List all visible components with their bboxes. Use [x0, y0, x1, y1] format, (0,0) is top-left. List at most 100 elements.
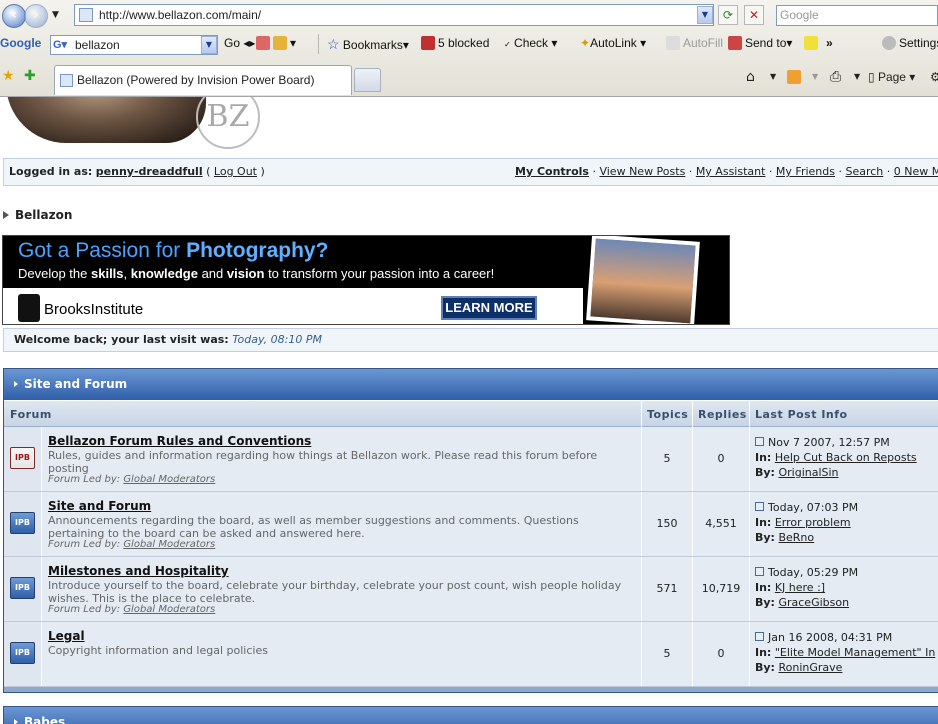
- topics-count: 150: [656, 517, 678, 530]
- more-chevron-icon[interactable]: »: [826, 36, 833, 50]
- column-headers: Forum Topics Replies Last Post Info: [4, 400, 938, 427]
- replies-count: 10,719: [701, 582, 741, 595]
- settings-gear-icon: [882, 36, 896, 50]
- forum-led-by: Forum Led by: Global Moderators: [48, 539, 216, 550]
- my-controls-link[interactable]: My Controls: [515, 165, 589, 178]
- check-label: Check: [514, 36, 549, 50]
- spellcheck-button[interactable]: ✓ Check ▾: [504, 36, 557, 50]
- last-post-icon[interactable]: [755, 632, 764, 641]
- highlighter-button[interactable]: [804, 36, 821, 50]
- forum-row: IPB Legal Copyright information and legal …: [4, 622, 938, 687]
- active-tab[interactable]: Bellazon (Powered by Invision Power Boar…: [54, 65, 352, 95]
- forward-button[interactable]: ›: [24, 4, 48, 28]
- last-post-author-link[interactable]: OriginalSin: [778, 466, 838, 479]
- banner-ad[interactable]: Got a Passion for Photography? Develop t…: [2, 235, 730, 325]
- moderators-link[interactable]: Global Moderators: [123, 539, 215, 550]
- last-post-topic-link[interactable]: Help Cut Back on Reposts: [775, 451, 917, 464]
- view-new-posts-link[interactable]: View New Posts: [599, 165, 685, 178]
- header-photo: [6, 97, 206, 143]
- toolbar-tools-icons[interactable]: ▾: [256, 36, 296, 50]
- last-post-topic-link[interactable]: "Elite Model Management" In: [775, 646, 935, 659]
- forum-name-link[interactable]: Milestones and Hospitality: [48, 564, 229, 578]
- favorites-star-icon[interactable]: ★: [2, 68, 15, 84]
- username-link[interactable]: penny-dreaddfull: [96, 165, 203, 178]
- replies-count: 0: [717, 647, 725, 660]
- last-post-author-link[interactable]: RoninGrave: [778, 661, 842, 674]
- learn-more-button[interactable]: LEARN MORE: [441, 296, 537, 320]
- forum-description: Announcements regarding the board, as we…: [48, 514, 579, 540]
- url-text: http://www.bellazon.com/main/: [99, 8, 262, 22]
- collapse-arrow-icon[interactable]: [14, 719, 18, 724]
- topics-count: 571: [656, 582, 678, 595]
- address-dropdown-icon[interactable]: ▼: [697, 6, 713, 24]
- forum-name-link[interactable]: Site and Forum: [48, 499, 151, 513]
- forum-row: IPB Bellazon Forum Rules and Conventions R…: [4, 427, 938, 492]
- sendto-button[interactable]: Send to▾: [728, 36, 792, 50]
- autolink-label: AutoLink: [590, 36, 637, 50]
- home-dropdown-icon[interactable]: ▼: [770, 72, 776, 81]
- back-button[interactable]: ‹: [2, 4, 26, 28]
- moderators-link[interactable]: Global Moderators: [123, 604, 215, 615]
- autolink-button[interactable]: ✦AutoLink ▾: [580, 36, 646, 50]
- last-post-icon[interactable]: [755, 567, 764, 576]
- last-post-author-link[interactable]: BeRno: [778, 531, 814, 544]
- go-button[interactable]: Go ◂▸: [224, 36, 255, 50]
- breadcrumb-link[interactable]: Bellazon: [15, 208, 72, 222]
- bookmarks-button[interactable]: ☆ Bookmarks▾: [327, 36, 409, 53]
- settings-button[interactable]: Settings: [882, 36, 938, 50]
- popup-blocker-icon: [421, 36, 435, 50]
- news-icon: [256, 36, 270, 50]
- star-icon: ☆: [327, 36, 340, 52]
- autofill-button[interactable]: AutoFill: [666, 36, 723, 50]
- last-post-date: Today, 07:03 PM: [768, 501, 859, 514]
- breadcrumb: Bellazon: [3, 208, 72, 222]
- by-label: By:: [755, 596, 775, 609]
- forum-name-link[interactable]: Bellazon Forum Rules and Conventions: [48, 434, 311, 448]
- tools-gear-icon[interactable]: ⚙: [930, 70, 938, 84]
- stop-button[interactable]: ✕: [744, 5, 764, 25]
- new-tab-button[interactable]: [354, 68, 381, 92]
- forum-icon-cell: IPB: [4, 492, 42, 556]
- forum-icon-cell: IPB: [4, 427, 42, 491]
- refresh-button[interactable]: ⟳: [718, 5, 738, 25]
- col-topics: Topics: [647, 408, 689, 421]
- forum-status-icon: IPB: [10, 577, 35, 599]
- welcome-bar: Welcome back; your last visit was: Today…: [3, 328, 938, 352]
- replies-count: 4,551: [705, 517, 737, 530]
- add-favorite-icon[interactable]: ✚: [24, 68, 36, 84]
- bellazon-logo[interactable]: BZ: [196, 97, 260, 149]
- google-search-input[interactable]: Google: [776, 5, 938, 26]
- rss-feed-icon[interactable]: [787, 70, 801, 84]
- last-post-author-link[interactable]: GraceGibson: [778, 596, 849, 609]
- logout-link[interactable]: Log Out: [214, 165, 257, 178]
- last-post-topic-link[interactable]: KJ here :]: [775, 581, 825, 594]
- popup-blocked-button[interactable]: 5 blocked: [421, 36, 489, 50]
- category-title[interactable]: Site and Forum: [24, 377, 127, 391]
- browser-chrome: ‹ › ▼ http://www.bellazon.com/main/ ▼ ⟳ …: [0, 0, 938, 97]
- google-query-dropdown-icon[interactable]: ▼: [201, 36, 217, 54]
- history-dropdown-icon[interactable]: ▼: [52, 10, 59, 20]
- my-assistant-link[interactable]: My Assistant: [696, 165, 766, 178]
- search-link[interactable]: Search: [845, 165, 883, 178]
- category-babes: Babes: [3, 706, 938, 724]
- last-post-icon[interactable]: [755, 502, 764, 511]
- go-label: Go: [224, 36, 241, 50]
- my-friends-link[interactable]: My Friends: [776, 165, 835, 178]
- print-dropdown-icon[interactable]: ▼: [854, 72, 860, 81]
- print-icon[interactable]: ⎙: [830, 69, 841, 85]
- last-post-info: Today, 07:03 PM In: Error problem By: BeRn…: [755, 500, 858, 545]
- last-post-topic-link[interactable]: Error problem: [775, 516, 851, 529]
- address-bar[interactable]: http://www.bellazon.com/main/: [74, 4, 714, 26]
- logged-in-label: Logged in as:: [9, 165, 93, 178]
- forum-name-link[interactable]: Legal: [48, 629, 85, 643]
- page-menu[interactable]: ▯ Page ▾: [868, 70, 915, 84]
- last-post-icon[interactable]: [755, 437, 764, 446]
- rss-dropdown-icon[interactable]: ▼: [812, 72, 818, 81]
- blocked-label: 5 blocked: [438, 36, 490, 50]
- google-toolbar-input[interactable]: G▾ bellazon ▼: [50, 35, 218, 55]
- home-icon[interactable]: ⌂: [746, 69, 755, 85]
- category-title[interactable]: Babes: [24, 715, 65, 724]
- new-messages-link[interactable]: 0 New Messages: [894, 165, 938, 178]
- collapse-arrow-icon[interactable]: [14, 381, 18, 387]
- moderators-link[interactable]: Global Moderators: [123, 474, 215, 485]
